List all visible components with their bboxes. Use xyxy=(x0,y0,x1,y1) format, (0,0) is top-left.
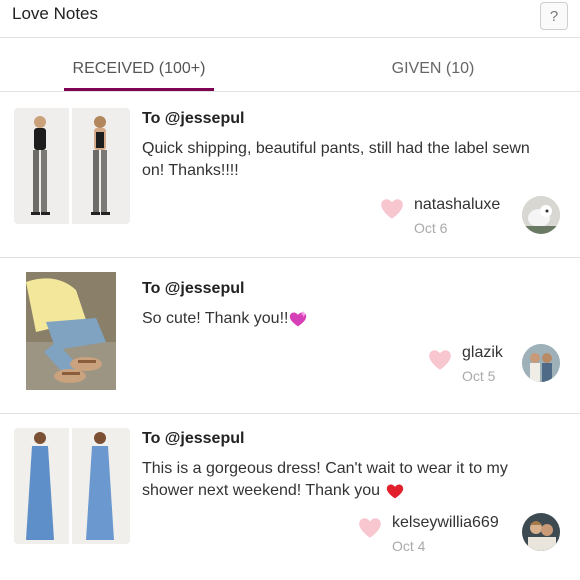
note-message: This is a gorgeous dress! Can't wait to … xyxy=(142,458,552,502)
product-image-pants xyxy=(14,108,130,224)
product-image-dress xyxy=(14,428,130,544)
note-message: Quick shipping, beautiful pants, still h… xyxy=(142,140,530,179)
note-message-text: So cute! Thank you!! xyxy=(142,310,289,327)
list-item: To @jessepul This is a gorgeous dress! C… xyxy=(0,414,580,580)
tab-received[interactable]: RECEIVED (100+) xyxy=(64,60,214,78)
note-recipient[interactable]: To @jessepul xyxy=(142,430,244,448)
heart-icon xyxy=(359,518,381,538)
note-recipient[interactable]: To @jessepul xyxy=(142,110,244,128)
note-recipient[interactable]: To @jessepul xyxy=(142,280,244,298)
product-image[interactable] xyxy=(14,108,130,224)
page-title: Love Notes xyxy=(12,4,98,23)
avatar-image xyxy=(522,196,560,234)
header-bar: Love Notes ? xyxy=(0,0,580,38)
note-message-text: This is a gorgeous dress! Can't wait to … xyxy=(142,460,508,499)
sender-username[interactable]: kelseywillia669 xyxy=(392,514,499,532)
tab-given[interactable]: GIVEN (10) xyxy=(358,60,508,78)
note-date: Oct 6 xyxy=(414,220,448,236)
sender-username[interactable]: glazik xyxy=(462,344,503,362)
avatar[interactable] xyxy=(522,513,560,551)
avatar-image xyxy=(522,344,560,382)
red-heart-icon xyxy=(386,484,403,499)
avatar[interactable] xyxy=(522,344,560,382)
active-tab-indicator xyxy=(64,88,214,91)
avatar-image xyxy=(522,513,560,551)
list-item: To @jessepul Quick shipping, beautiful p… xyxy=(0,92,580,258)
avatar[interactable] xyxy=(522,196,560,234)
note-date: Oct 5 xyxy=(462,368,496,384)
heart-icon xyxy=(429,350,451,370)
sparkling-heart-icon xyxy=(290,310,308,327)
note-date: Oct 4 xyxy=(392,538,426,554)
sender-username[interactable]: natashaluxe xyxy=(414,196,500,214)
list-item: To @jessepul So cute! Thank you!! glazik… xyxy=(0,258,580,414)
product-image-sandals xyxy=(26,272,116,390)
heart-icon xyxy=(381,199,403,219)
product-image[interactable] xyxy=(14,428,130,544)
help-button[interactable]: ? xyxy=(540,2,568,30)
tab-bar: RECEIVED (100+) GIVEN (10) xyxy=(0,38,580,92)
product-image[interactable] xyxy=(26,272,116,390)
note-message: So cute! Thank you!! xyxy=(142,308,552,330)
